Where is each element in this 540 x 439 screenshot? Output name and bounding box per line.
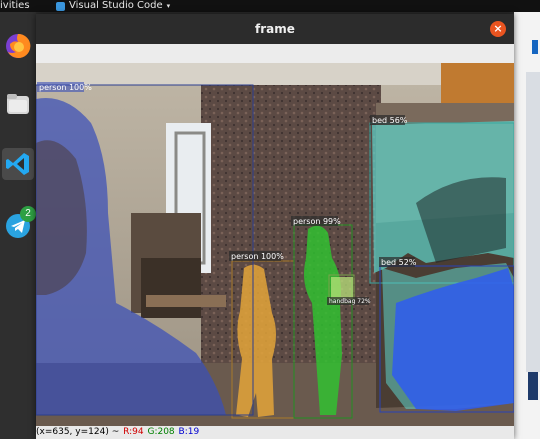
dock-item-vscode[interactable] bbox=[2, 148, 34, 180]
scene-cabinet bbox=[141, 258, 201, 318]
pixel-red-value: R:94 bbox=[123, 427, 144, 437]
vscode-icon bbox=[6, 153, 29, 175]
firefox-icon bbox=[6, 33, 31, 58]
pixel-coordinates: (x=635, y=124) ~ bbox=[36, 427, 120, 437]
vscode-mini-icon bbox=[56, 1, 65, 11]
video-frame: person 100% bed 56% person 99% person 10… bbox=[36, 63, 514, 426]
pixel-blue-value: B:19 bbox=[178, 427, 200, 437]
activities-button[interactable]: ivities bbox=[0, 0, 30, 12]
label-bed-bottom: bed 52% bbox=[381, 258, 417, 267]
dock-item-firefox[interactable] bbox=[2, 30, 34, 62]
notification-badge: 2 bbox=[20, 206, 36, 222]
dock-item-telegram[interactable]: 2 bbox=[2, 206, 36, 242]
background-window bbox=[514, 12, 540, 439]
label-person-left: person 100% bbox=[39, 83, 92, 92]
label-bed-top: bed 56% bbox=[372, 116, 408, 125]
detection-canvas: person 100% bed 56% person 99% person 10… bbox=[36, 63, 514, 426]
files-icon bbox=[7, 94, 29, 114]
scene-table bbox=[146, 295, 226, 307]
app-menu[interactable]: Visual Studio Code ▾ bbox=[56, 0, 170, 12]
top-bar: ivities Visual Studio Code ▾ bbox=[0, 0, 540, 12]
pixel-green-value: G:208 bbox=[147, 427, 175, 437]
dock: 2 bbox=[0, 12, 36, 439]
app-menu-label: Visual Studio Code bbox=[69, 0, 163, 11]
frame-window: frame × person 100% bed 56% person 99% p… bbox=[36, 14, 514, 439]
label-person-green: person 99% bbox=[293, 217, 341, 226]
bg-panel bbox=[526, 72, 540, 372]
bg-accent-top bbox=[532, 40, 538, 54]
status-bar: (x=635, y=124) ~ R:94 G:208 B:19 bbox=[36, 426, 514, 439]
chevron-down-icon: ▾ bbox=[166, 2, 171, 10]
scene-curtain bbox=[201, 85, 381, 385]
window-titlebar[interactable]: frame × bbox=[36, 14, 514, 44]
label-person-orange: person 100% bbox=[231, 252, 284, 261]
bg-accent-bottom bbox=[528, 372, 538, 400]
window-title: frame bbox=[255, 22, 295, 36]
dock-item-files[interactable] bbox=[2, 88, 34, 120]
handbag-mask bbox=[331, 277, 353, 299]
label-handbag: handbag 72% bbox=[329, 298, 371, 305]
close-icon: × bbox=[493, 22, 503, 35]
close-button[interactable]: × bbox=[490, 21, 506, 37]
